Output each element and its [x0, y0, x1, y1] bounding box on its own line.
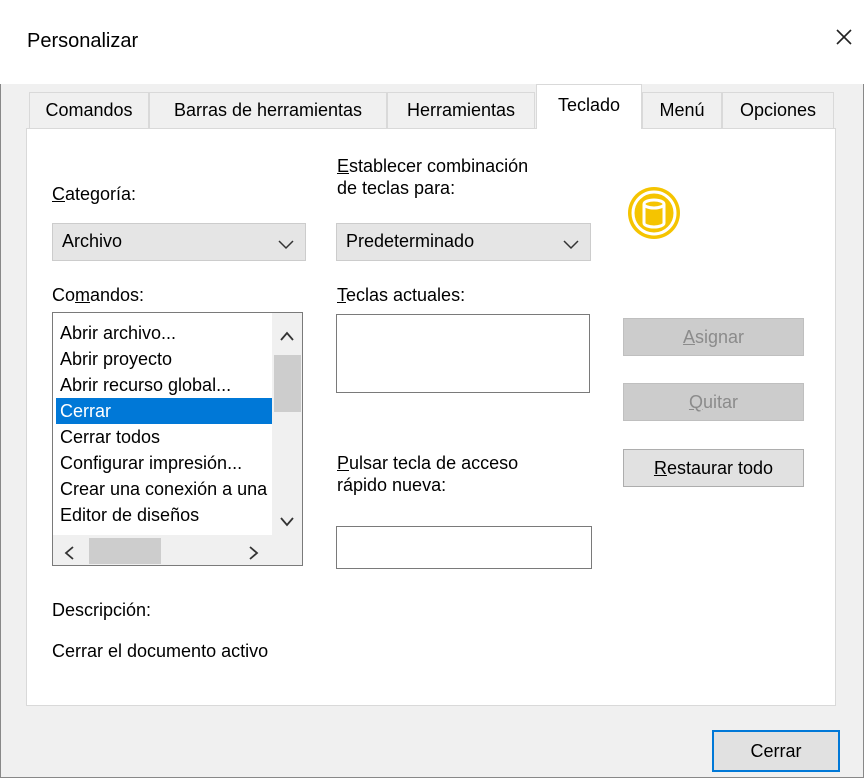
description-text: Cerrar el documento activo [52, 641, 269, 661]
category-label: Categoría: [52, 184, 137, 204]
scroll-right-arrow-icon[interactable] [249, 544, 259, 565]
scroll-left-arrow-icon[interactable] [64, 544, 74, 565]
remove-button[interactable]: Quitar [623, 383, 804, 421]
list-item[interactable]: Crear una conexión a una [56, 476, 272, 502]
description-label: Descripción: [52, 600, 152, 620]
close-button[interactable]: Cerrar [712, 730, 840, 772]
scrollbar-corner [272, 535, 302, 565]
list-item-selected[interactable]: Cerrar [56, 398, 272, 424]
list-item[interactable]: Abrir recurso global... [56, 372, 272, 398]
restore-all-button[interactable]: Restaurar todo [623, 449, 804, 487]
chevron-down-icon [278, 235, 294, 256]
set-keys-for-label: Establecer combinación de teclas para: [337, 156, 529, 198]
category-dropdown[interactable]: Archivo [52, 223, 306, 261]
vertical-scrollbar[interactable] [272, 313, 302, 535]
horizontal-scroll-thumb[interactable] [89, 538, 161, 564]
scroll-down-arrow-icon[interactable] [280, 511, 294, 532]
list-item[interactable]: Configurar impresión... [56, 450, 272, 476]
horizontal-scrollbar[interactable] [53, 535, 272, 565]
current-keys-listbox[interactable] [336, 314, 590, 393]
list-item[interactable]: Editor de diseños [56, 502, 272, 528]
list-item[interactable]: Cerrar todos [56, 424, 272, 450]
assign-button[interactable]: Asignar [623, 318, 804, 356]
keyset-selected-value: Predeterminado [346, 231, 475, 251]
vertical-scroll-thumb[interactable] [274, 355, 301, 412]
new-shortcut-input[interactable] [336, 526, 592, 569]
new-shortcut-label: Pulsar tecla de acceso rápido nueva: [337, 453, 519, 495]
commands-label: Comandos: [52, 285, 145, 305]
list-item[interactable]: Abrir archivo... [56, 320, 272, 346]
category-selected-value: Archivo [62, 231, 123, 251]
keyset-dropdown[interactable]: Predeterminado [336, 223, 591, 261]
list-item[interactable]: Abrir proyecto [56, 346, 272, 372]
chevron-down-icon [563, 235, 579, 256]
current-keys-label: Teclas actuales: [337, 285, 466, 305]
commands-listbox[interactable]: Abrir archivo... Abrir proyecto Abrir re… [52, 312, 303, 566]
database-icon [623, 185, 685, 241]
scroll-up-arrow-icon[interactable] [280, 325, 294, 346]
